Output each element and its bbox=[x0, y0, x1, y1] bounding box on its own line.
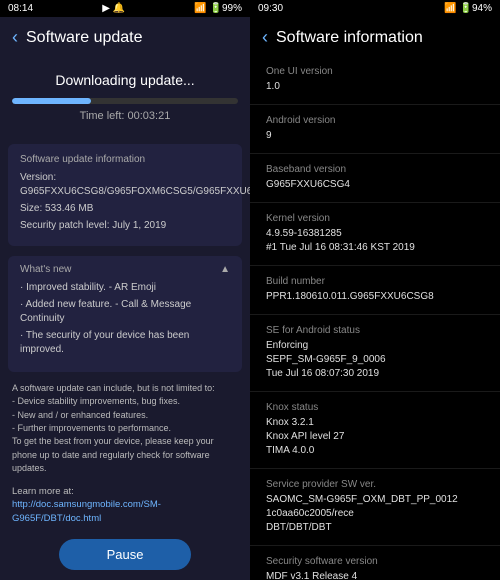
time-left-label: Time left: 00:03:21 bbox=[12, 110, 238, 122]
description-section: A software update can include, but is no… bbox=[0, 376, 250, 481]
info-row: Android version 9 bbox=[250, 105, 500, 154]
row-value: MDF v3.1 Release 4 WLAN v1.0 Release 2 V… bbox=[266, 570, 484, 580]
row-value: 4.9.59-16381285 #1 Tue Jul 16 08:31:46 K… bbox=[266, 227, 484, 255]
status-battery-left: 📶 🔋99% bbox=[194, 3, 242, 14]
back-button-right[interactable]: ‹ bbox=[262, 27, 268, 48]
whats-new-header: What's new ▲ bbox=[20, 264, 230, 275]
whats-new-title: What's new bbox=[20, 264, 71, 275]
row-label: One UI version bbox=[266, 66, 484, 77]
software-update-info: Software update information Version: G96… bbox=[8, 144, 242, 246]
download-title: Downloading update... bbox=[12, 72, 238, 88]
learn-more-section: Learn more at: http://doc.samsungmobile.… bbox=[0, 481, 250, 529]
header-right: ‹ Software information bbox=[250, 17, 500, 56]
page-title-left: Software update bbox=[26, 29, 143, 47]
row-label: Security software version bbox=[266, 556, 484, 567]
size-label: Size: 533.46 MB bbox=[20, 202, 230, 216]
info-row: Build number PPR1.180610.011.G965FXXU6CSG… bbox=[250, 266, 500, 315]
info-section-title: Software update information bbox=[20, 154, 230, 165]
status-time-left: 08:14 bbox=[8, 3, 33, 14]
info-row: Security software version MDF v3.1 Releas… bbox=[250, 546, 500, 580]
row-value: 1.0 bbox=[266, 80, 484, 94]
row-label: Android version bbox=[266, 115, 484, 126]
pause-button[interactable]: Pause bbox=[59, 539, 192, 570]
whats-new-item-2: · Added new feature. - Call & Message Co… bbox=[20, 298, 230, 326]
back-button-left[interactable]: ‹ bbox=[12, 27, 18, 48]
pause-button-container: Pause bbox=[0, 529, 250, 580]
row-value: Knox 3.2.1 Knox API level 27 TIMA 4.0.0 bbox=[266, 416, 484, 458]
header-left: ‹ Software update bbox=[0, 17, 250, 56]
download-section: Downloading update... Time left: 00:03:2… bbox=[0, 56, 250, 138]
info-list: One UI version 1.0 Android version 9 Baseban… bbox=[250, 56, 500, 580]
status-bar-left: 08:14 ▶ 🔔 📶 🔋99% bbox=[0, 0, 250, 17]
version-label: Version: G965FXXU6CSG8/G965FOXM6CSG5/G96… bbox=[20, 171, 230, 199]
info-row: Kernel version 4.9.59-16381285 #1 Tue Jul… bbox=[250, 203, 500, 266]
whats-new-item-1: · Improved stability. - AR Emoji bbox=[20, 281, 230, 295]
row-value: PPR1.180610.011.G965FXXU6CSG8 bbox=[266, 290, 484, 304]
status-bar-right: 09:30 📶 🔋94% bbox=[250, 0, 500, 17]
row-label: SE for Android status bbox=[266, 325, 484, 336]
page-title-right: Software information bbox=[276, 29, 423, 47]
info-row: Baseband version G965FXXU6CSG4 bbox=[250, 154, 500, 203]
row-value: SAOMC_SM-G965F_OXM_DBT_PP_0012 1c0aa60c2… bbox=[266, 493, 484, 535]
row-value: G965FXXU6CSG4 bbox=[266, 178, 484, 192]
row-label: Kernel version bbox=[266, 213, 484, 224]
info-row: One UI version 1.0 bbox=[250, 56, 500, 105]
row-label: Build number bbox=[266, 276, 484, 287]
progress-bar-container bbox=[12, 98, 238, 104]
info-row: SE for Android status Enforcing SEPF_SM-G… bbox=[250, 315, 500, 392]
row-value: 9 bbox=[266, 129, 484, 143]
learn-more-link[interactable]: http://doc.samsungmobile.com/SM-G965F/DB… bbox=[12, 499, 161, 523]
row-label: Baseband version bbox=[266, 164, 484, 175]
status-icons-left: ▶ 🔔 bbox=[102, 3, 125, 14]
left-panel: 08:14 ▶ 🔔 📶 🔋99% ‹ Software update Downl… bbox=[0, 0, 250, 580]
whats-new-item-3: · The security of your device has been i… bbox=[20, 329, 230, 357]
info-row: Knox status Knox 3.2.1 Knox API level 27 … bbox=[250, 392, 500, 469]
info-row: Service provider SW ver. SAOMC_SM-G965F_O… bbox=[250, 469, 500, 546]
row-label: Knox status bbox=[266, 402, 484, 413]
progress-bar-fill bbox=[12, 98, 91, 104]
learn-more-label: Learn more at: bbox=[12, 486, 74, 497]
chevron-up-icon: ▲ bbox=[220, 264, 230, 275]
whats-new-section: What's new ▲ · Improved stability. - AR … bbox=[8, 256, 242, 372]
description-text: A software update can include, but is no… bbox=[12, 383, 215, 473]
row-value: Enforcing SEPF_SM-G965F_9_0006 Tue Jul 1… bbox=[266, 339, 484, 381]
row-label: Service provider SW ver. bbox=[266, 479, 484, 490]
right-panel: 09:30 📶 🔋94% ‹ Software information One … bbox=[250, 0, 500, 580]
security-label: Security patch level: July 1, 2019 bbox=[20, 219, 230, 233]
status-icons-right: 📶 🔋94% bbox=[444, 3, 492, 14]
status-time-right: 09:30 bbox=[258, 3, 283, 14]
